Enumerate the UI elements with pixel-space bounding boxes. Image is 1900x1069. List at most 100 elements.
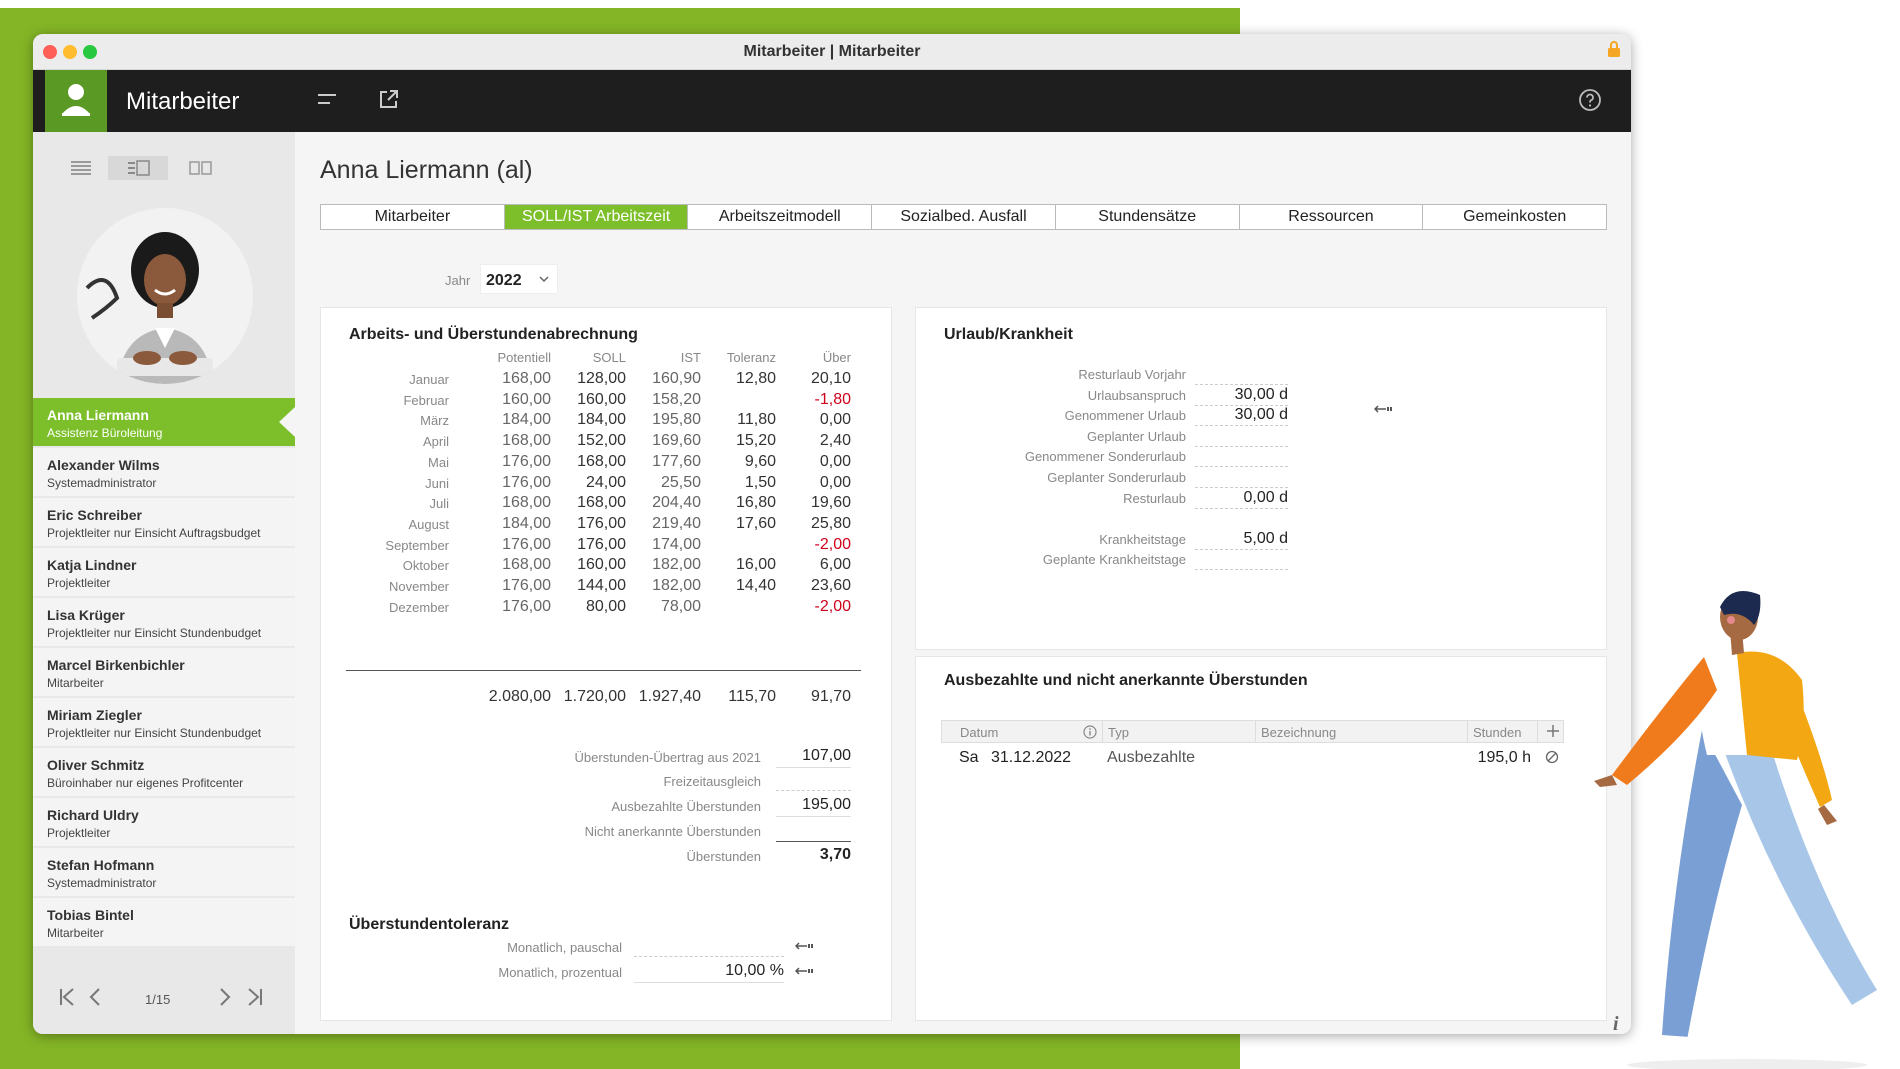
vacation-value[interactable] [1195,468,1288,488]
split-view-icon[interactable] [171,156,231,180]
ist-value: 160,90 [652,370,701,387]
vacation-value[interactable]: 0,00 d [1195,489,1288,509]
payout-row[interactable]: Sa 31.12.2022 Ausbezahlte 195,0 h [941,745,1564,769]
potentiell-value: 168,00 [502,494,551,512]
help-icon[interactable] [1578,88,1602,112]
employee-list-item[interactable]: Lisa Krüger Projektleiter nur Einsicht St… [33,598,295,646]
summary-value [776,821,851,842]
potentiell-value: 160,00 [502,390,551,408]
list-view-icon[interactable] [51,156,111,180]
vacation-value[interactable]: 5,00 d [1195,530,1288,550]
app-name: Mitarbeiter [126,88,240,115]
inherit-arrow-icon[interactable] [1374,405,1392,413]
vacation-value[interactable] [1195,550,1288,571]
ueber-value: 25,80 [810,514,851,532]
soll-value: 160,00 [577,556,626,574]
employee-list-item[interactable]: Eric Schreiber Projektleiter nur Einsicht… [33,498,295,546]
ist-value: 25,50 [660,473,701,491]
previous-page-icon[interactable] [89,988,101,1006]
vacation-value[interactable] [1195,447,1288,468]
employee-role: Projektleiter nur Einsicht Auftragsbudge… [47,526,261,540]
delete-icon[interactable] [1545,750,1559,764]
year-select[interactable]: 2022 [480,264,558,294]
potentiell-value: 168,00 [502,432,551,450]
ist-value: 219,40 [652,514,701,532]
column-header: Über [822,350,851,365]
employee-name: Richard Uldry [47,807,139,823]
employee-list-item[interactable]: Richard Uldry Projektleiter [33,798,295,846]
employee-list-item[interactable]: Marcel Birkenbichler Mitarbeiter [33,648,295,696]
info-icon[interactable] [1083,725,1097,739]
employee-list-item[interactable]: Oliver Schmitz Büroinhaber nur eigenes Pr… [33,748,295,796]
employee-list-item[interactable]: Alexander Wilms Systemadministrator [33,448,295,496]
employee-role: Systemadministrator [47,876,157,890]
window-title: Mitarbeiter | Mitarbeiter [743,43,921,60]
tab-ressourcen[interactable]: Ressourcen [1240,205,1424,229]
column-header: Typ [1108,725,1129,740]
toleranz-value: 15,20 [735,432,776,450]
vacation-label: Genommener Sonderurlaub [1024,449,1186,465]
add-icon[interactable] [1546,724,1560,738]
vacation-value[interactable]: 30,00 d [1195,386,1288,406]
column-header: Bezeichnung [1261,725,1337,740]
last-page-icon[interactable] [247,988,263,1006]
potentiell-value: 168,00 [502,370,551,387]
potentiell-value: 176,00 [502,597,551,615]
tab-mitarbeiter[interactable]: Mitarbeiter [321,205,505,229]
tolerance-title: Überstundentoleranz [349,916,510,933]
tab-soll-ist-arbeitszeit[interactable]: SOLL/IST Arbeitszeit [504,205,689,229]
vacation-value[interactable]: 30,00 d [1195,406,1288,427]
payout-table-header: Datum Typ Bezeichnung Stunden [941,720,1564,743]
potentiell-value: 184,00 [502,514,551,532]
payout-day: Sa [959,749,979,766]
soll-value: 80,00 [585,597,626,615]
potentiell-value: 176,00 [502,473,551,491]
next-page-icon[interactable] [219,988,231,1006]
employee-list-item[interactable]: Katja Lindner Projektleiter [33,548,295,596]
chevron-down-icon [539,276,549,283]
sidebar: Anna Liermann Assistenz Büroleitung Alex… [33,132,295,1034]
vacation-label: Krankheitstage [1099,531,1186,547]
ueber-value: -2,00 [814,597,851,615]
employee-name: Oliver Schmitz [47,757,145,773]
summary-label: Überstunden-Übertrag aus 2021 [574,750,761,765]
vacation-value[interactable] [1195,365,1288,385]
employee-list-item[interactable]: Stefan Hofmann Systemadministrator [33,848,295,896]
employee-list-item[interactable]: Miriam Ziegler Projektleiter nur Einsicht… [33,698,295,746]
summary-label: Nicht anerkannte Überstunden [584,824,761,839]
soll-value: 128,00 [577,370,626,387]
column-header: Datum [960,725,999,740]
employee-role: Projektleiter [47,826,111,840]
payout-panel: Ausbezahlte und nicht anerkannte Überstu… [915,656,1607,1021]
potentiell-value: 176,00 [502,577,551,594]
vacation-value[interactable] [1195,427,1288,447]
potentiell-value: 168,00 [502,556,551,574]
tab-stundensaetze[interactable]: Stundensätze [1056,205,1240,229]
page-title: Anna Liermann (al) [320,156,533,184]
employee-list-item-selected[interactable]: Anna Liermann Assistenz Büroleitung [33,398,295,446]
soll-value: 176,00 [577,514,626,532]
ist-value: 182,00 [652,577,701,594]
month-label: Januar [409,372,449,387]
total-potentiell: 2.080,00 [488,688,551,705]
tab-arbeitszeitmodell[interactable]: Arbeitszeitmodell [688,205,873,229]
open-external-icon[interactable] [378,88,400,110]
tolerance-flat-input[interactable] [634,937,784,957]
page-indicator: 1/15 [145,992,171,1007]
first-page-icon[interactable] [59,988,75,1006]
menu-icon[interactable] [318,91,338,109]
tab-sozialbed-ausfall[interactable]: Sozialbed. Ausfall [872,205,1056,229]
ueber-value: 20,10 [810,370,851,387]
detail-view-icon[interactable] [108,156,168,180]
inherit-arrow-icon[interactable] [795,942,813,950]
lock-icon [1608,41,1620,57]
inherit-arrow-icon[interactable] [795,967,813,975]
year-value: 2022 [486,272,522,289]
employee-list-item[interactable]: Tobias Bintel Mitarbeiter [33,898,295,946]
tab-gemeinkosten[interactable]: Gemeinkosten [1423,205,1606,229]
month-label: November [389,579,449,594]
hours-title: Arbeits- und Überstundenabrechnung [349,326,638,343]
tolerance-pct-input[interactable]: 10,00 % [634,962,784,983]
employee-name: Stefan Hofmann [47,857,155,873]
year-label: Jahr [445,273,471,288]
